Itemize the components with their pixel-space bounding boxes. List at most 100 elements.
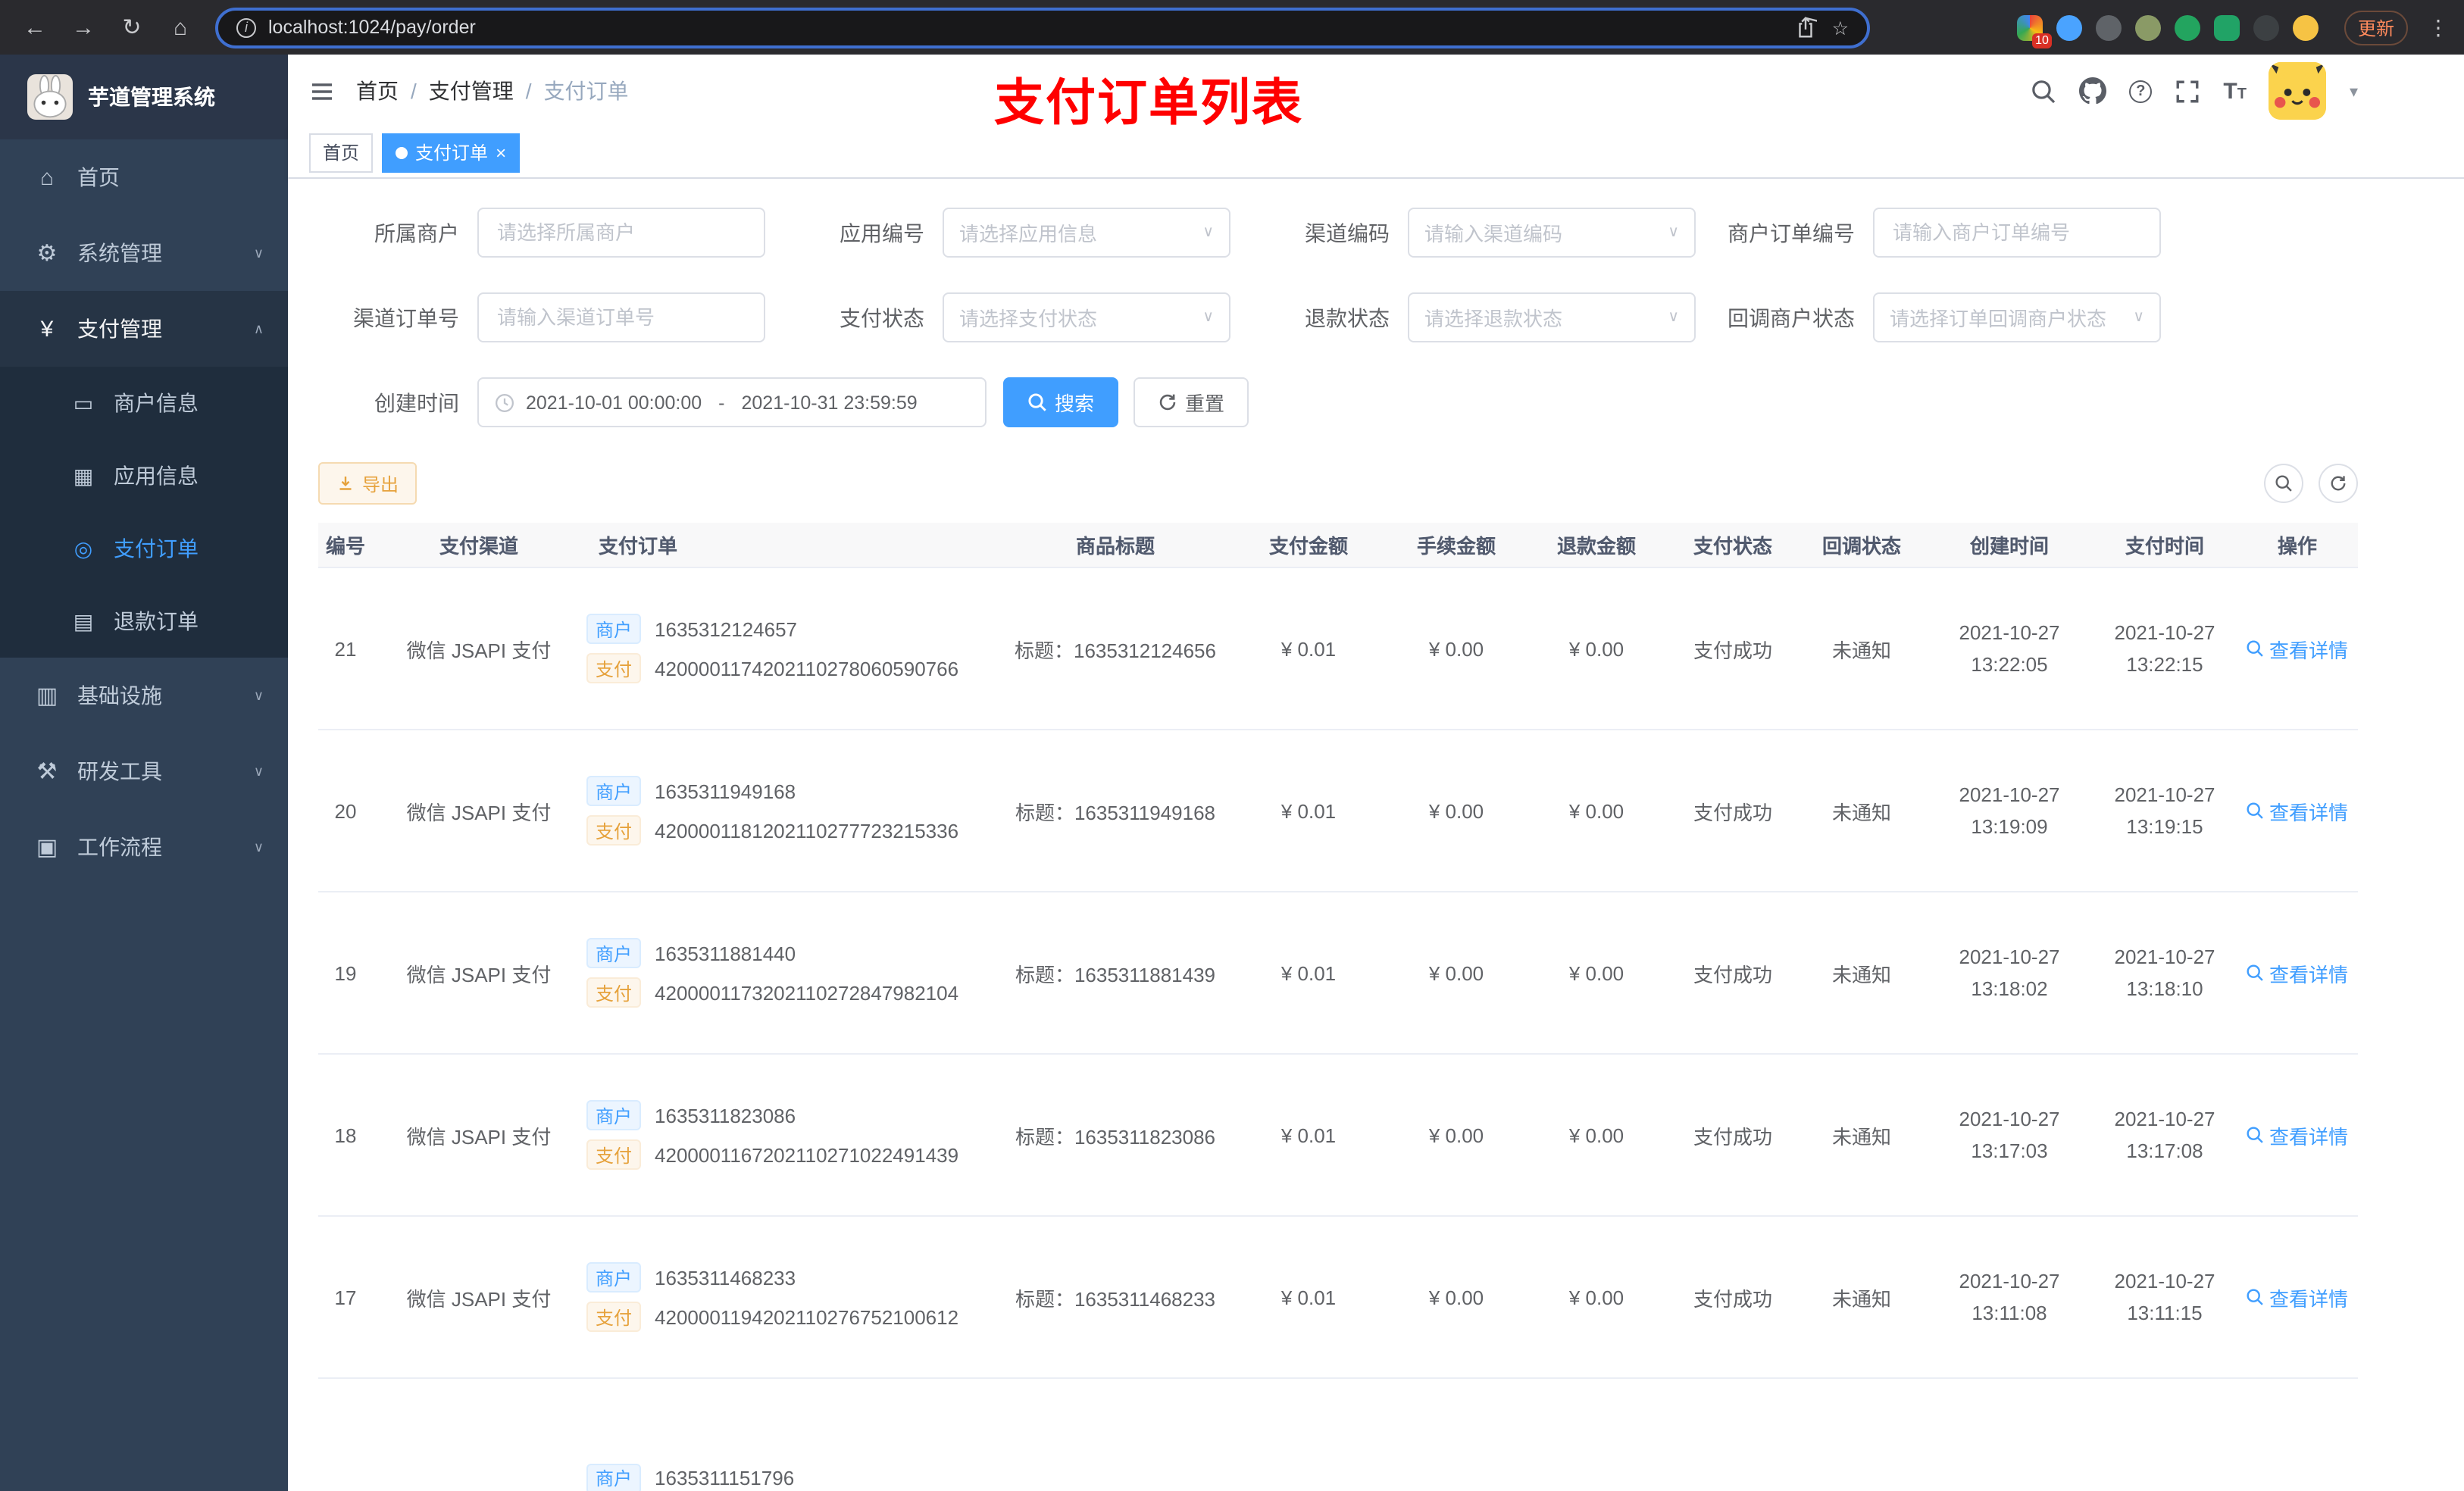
hamburger-icon[interactable] bbox=[309, 78, 335, 104]
tab-home[interactable]: 首页 bbox=[309, 133, 374, 172]
pay-order-no: 4200001194202110276752100612 bbox=[655, 1305, 959, 1328]
breadcrumb-home[interactable]: 首页 bbox=[356, 76, 399, 106]
sidebar-item-workflow[interactable]: ▣ 工作流程 ∨ bbox=[0, 809, 288, 885]
refresh-table-icon-button[interactable] bbox=[2319, 464, 2358, 503]
channel-order-no-filter-input[interactable] bbox=[477, 292, 765, 342]
sidebar-item-app-info[interactable]: ▦ 应用信息 bbox=[0, 439, 288, 512]
sidebar-item-payment[interactable]: ¥ 支付管理 ∧ bbox=[0, 291, 288, 367]
extension-icon-3[interactable] bbox=[2095, 14, 2122, 40]
cell-fee: ¥ 0.00 bbox=[1428, 637, 1484, 660]
app-filter-select[interactable]: 请选择应用信息 ∨ bbox=[943, 208, 1230, 258]
toggle-search-icon-button[interactable] bbox=[2264, 464, 2303, 503]
avatar-caret-icon[interactable]: ▾ bbox=[2350, 81, 2358, 101]
fullscreen-icon[interactable] bbox=[2175, 78, 2200, 104]
select-placeholder: 请选择退款状态 bbox=[1424, 308, 1563, 330]
pay-status-filter-select[interactable]: 请选择支付状态 ∨ bbox=[943, 292, 1230, 342]
profile-avatar-icon[interactable] bbox=[2292, 14, 2319, 40]
breadcrumb-current: 支付订单 bbox=[543, 79, 629, 103]
create-time-range-input[interactable]: 2021-10-01 00:00:00 - 2021-10-31 23:59:5… bbox=[477, 377, 987, 427]
pay-tag: 支付 bbox=[586, 977, 642, 1008]
merchant-order-no: 1635311823086 bbox=[655, 1104, 796, 1127]
export-button[interactable]: 导出 bbox=[318, 462, 417, 505]
extension-icon-6[interactable] bbox=[2213, 14, 2240, 40]
col-amount: 支付金额 bbox=[1268, 535, 1348, 558]
cell-fee: ¥ 0.00 bbox=[1428, 1124, 1484, 1146]
github-icon[interactable] bbox=[2079, 77, 2107, 105]
site-info-icon[interactable]: i bbox=[236, 17, 256, 37]
cell-refund: ¥ 0.00 bbox=[1568, 961, 1624, 984]
search-icon[interactable] bbox=[2031, 78, 2056, 104]
cell-id: 17 bbox=[334, 1286, 357, 1308]
tab-close-icon[interactable]: × bbox=[496, 143, 506, 161]
notify-status-filter-select[interactable]: 请选择订单回调商户状态 ∨ bbox=[1873, 292, 2161, 342]
refund-status-filter-select[interactable]: 请选择退款状态 ∨ bbox=[1408, 292, 1696, 342]
extension-icon-2[interactable] bbox=[2056, 14, 2082, 40]
cell-order: 商户 1635311881440 支付 4200001173202110272847… bbox=[585, 938, 1002, 1008]
sidebar-item-pay-order[interactable]: ◎ 支付订单 bbox=[0, 512, 288, 585]
cell-pay-time: 2021-10-27 13:11:15 bbox=[2114, 1269, 2215, 1324]
cell-notify: 未通知 bbox=[1831, 1287, 1891, 1310]
forward-icon[interactable]: → bbox=[64, 8, 103, 47]
pay-tag: 支付 bbox=[586, 1139, 642, 1170]
cell-refund: ¥ 0.00 bbox=[1568, 1124, 1624, 1146]
breadcrumb-level1[interactable]: 支付管理 bbox=[429, 76, 514, 106]
col-create-time: 创建时间 bbox=[1969, 535, 2049, 558]
cell-amount: ¥ 0.01 bbox=[1280, 1286, 1337, 1308]
table-row: 19 微信 JSAPI 支付 商户 1635311881440 支付 4200001… bbox=[318, 892, 2358, 1055]
navbar-actions: ? TT ▾ bbox=[2031, 62, 2358, 120]
pikachu-avatar-image bbox=[2269, 62, 2327, 120]
sidebar-item-infra[interactable]: ▥ 基础设施 ∨ bbox=[0, 658, 288, 733]
sidebar-item-refund-order[interactable]: ▤ 退款订单 bbox=[0, 585, 288, 658]
pay-order-no: 4200001167202110271022491439 bbox=[655, 1143, 959, 1166]
channel-code-filter-select[interactable]: 请输入渠道编码 ∨ bbox=[1408, 208, 1696, 258]
view-detail-link[interactable]: 查看详情 bbox=[2247, 796, 2348, 825]
address-bar[interactable]: i localhost:1024/pay/order ☆ bbox=[215, 7, 1870, 48]
view-detail-link[interactable]: 查看详情 bbox=[2247, 1283, 2348, 1311]
app-logo[interactable]: 芋道管理系统 bbox=[0, 55, 288, 139]
view-detail-link[interactable]: 查看详情 bbox=[2247, 1121, 2348, 1149]
sidebar-item-label: 退款订单 bbox=[114, 609, 199, 633]
help-icon[interactable]: ? bbox=[2129, 80, 2153, 102]
reset-button[interactable]: 重置 bbox=[1134, 377, 1249, 427]
tab-pay-order[interactable]: 支付订单 × bbox=[382, 133, 521, 172]
sidebar-item-home[interactable]: ⌂ 首页 bbox=[0, 139, 288, 215]
cell-pay-time: 2021-10-27 13:18:10 bbox=[2114, 945, 2215, 1000]
cell-refund: ¥ 0.00 bbox=[1568, 799, 1624, 822]
select-placeholder: 请选择订单回调商户状态 bbox=[1890, 308, 2107, 330]
cell-order: 商户 1635311823086 支付 4200001167202110271022… bbox=[585, 1100, 1002, 1170]
view-icon bbox=[2247, 802, 2264, 819]
share-icon[interactable] bbox=[1794, 16, 1817, 39]
workflow-icon: ▣ bbox=[36, 835, 58, 861]
merchant-tag: 商户 bbox=[586, 1262, 642, 1293]
view-detail-link[interactable]: 查看详情 bbox=[2247, 634, 2348, 663]
cell-channel: 微信 JSAPI 支付 bbox=[406, 1287, 552, 1310]
search-button[interactable]: 搜索 bbox=[1003, 377, 1119, 427]
merchant-filter-input[interactable] bbox=[477, 208, 765, 258]
extension-icon-7[interactable] bbox=[2253, 14, 2279, 40]
user-avatar[interactable] bbox=[2269, 62, 2327, 120]
sidebar-item-merchant-info[interactable]: ▭ 商户信息 bbox=[0, 367, 288, 439]
sidebar-item-label: 研发工具 bbox=[77, 759, 162, 783]
merchant-order-no-filter-input[interactable] bbox=[1873, 208, 2161, 258]
browser-update-button[interactable]: 更新 bbox=[2344, 10, 2408, 45]
merchant-tag: 商户 bbox=[586, 614, 642, 644]
cell-amount: ¥ 0.01 bbox=[1280, 799, 1337, 822]
sidebar-item-system[interactable]: ⚙ 系统管理 ∨ bbox=[0, 215, 288, 291]
browser-menu-icon[interactable]: ⋮ bbox=[2428, 14, 2449, 40]
font-size-icon[interactable]: TT bbox=[2223, 78, 2247, 104]
cell-action: 查看详情 bbox=[2237, 634, 2358, 663]
bookmark-star-icon[interactable]: ☆ bbox=[1832, 16, 1849, 39]
sidebar-item-devtools[interactable]: ⚒ 研发工具 ∨ bbox=[0, 733, 288, 809]
back-icon[interactable]: ← bbox=[15, 8, 55, 47]
extensions-area: 10 更新 ⋮ bbox=[2016, 10, 2449, 48]
extension-icon-4[interactable] bbox=[2134, 14, 2161, 40]
reload-icon[interactable]: ↻ bbox=[112, 8, 152, 47]
chevron-down-icon: ∨ bbox=[253, 245, 264, 260]
home-icon[interactable]: ⌂ bbox=[161, 8, 200, 47]
cell-status: 支付成功 bbox=[1693, 963, 1772, 986]
extension-icon-1[interactable]: 10 bbox=[2016, 14, 2052, 48]
tags-view-bar: 首页 支付订单 × bbox=[288, 127, 2464, 179]
cell-action: 查看详情 bbox=[2237, 958, 2358, 987]
extension-icon-5[interactable] bbox=[2174, 14, 2200, 40]
view-detail-link[interactable]: 查看详情 bbox=[2247, 958, 2348, 987]
